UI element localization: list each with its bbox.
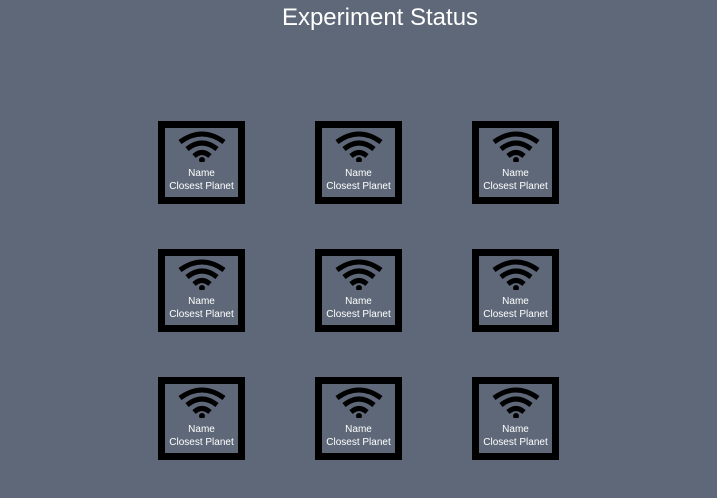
wifi-icon [178, 131, 225, 162]
wifi-icon [492, 259, 539, 290]
experiment-card[interactable]: Name Closest Planet [315, 377, 402, 460]
card-name: Name [502, 296, 529, 307]
card-closest-planet: Closest Planet [169, 309, 234, 320]
experiment-card[interactable]: Name Closest Planet [315, 121, 402, 204]
experiment-card[interactable]: Name Closest Planet [472, 249, 559, 332]
experiment-grid: Name Closest Planet Name Closest Planet … [158, 121, 559, 460]
card-closest-planet: Closest Planet [169, 437, 234, 448]
experiment-card[interactable]: Name Closest Planet [158, 377, 245, 460]
card-name: Name [502, 168, 529, 179]
card-closest-planet: Closest Planet [326, 181, 391, 192]
card-name: Name [345, 424, 372, 435]
wifi-icon [492, 387, 539, 418]
card-inner: Name Closest Planet [322, 128, 395, 197]
card-inner: Name Closest Planet [322, 256, 395, 325]
wifi-icon [178, 387, 225, 418]
card-inner: Name Closest Planet [165, 256, 238, 325]
page-title: Experiment Status [281, 4, 479, 31]
wifi-icon [335, 131, 382, 162]
wifi-icon [335, 259, 382, 290]
card-name: Name [345, 296, 372, 307]
card-closest-planet: Closest Planet [483, 309, 548, 320]
card-inner: Name Closest Planet [479, 256, 552, 325]
card-closest-planet: Closest Planet [483, 437, 548, 448]
card-inner: Name Closest Planet [479, 384, 552, 453]
card-name: Name [188, 296, 215, 307]
wifi-icon [178, 259, 225, 290]
experiment-card[interactable]: Name Closest Planet [158, 121, 245, 204]
card-name: Name [502, 424, 529, 435]
wifi-icon [335, 387, 382, 418]
card-name: Name [345, 168, 372, 179]
experiment-card[interactable]: Name Closest Planet [472, 121, 559, 204]
experiment-card[interactable]: Name Closest Planet [315, 249, 402, 332]
experiment-card[interactable]: Name Closest Planet [158, 249, 245, 332]
experiment-card[interactable]: Name Closest Planet [472, 377, 559, 460]
card-inner: Name Closest Planet [165, 128, 238, 197]
card-inner: Name Closest Planet [322, 384, 395, 453]
card-closest-planet: Closest Planet [326, 437, 391, 448]
card-closest-planet: Closest Planet [326, 309, 391, 320]
card-inner: Name Closest Planet [479, 128, 552, 197]
card-closest-planet: Closest Planet [169, 181, 234, 192]
card-name: Name [188, 168, 215, 179]
wifi-icon [492, 131, 539, 162]
card-name: Name [188, 424, 215, 435]
card-closest-planet: Closest Planet [483, 181, 548, 192]
card-inner: Name Closest Planet [165, 384, 238, 453]
